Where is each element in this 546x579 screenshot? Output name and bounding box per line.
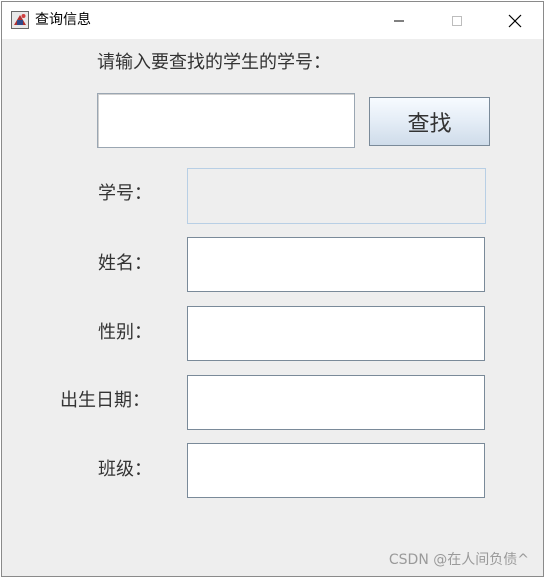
java-app-icon	[11, 11, 29, 29]
gender-label: 性别：	[98, 322, 152, 343]
maximize-button[interactable]	[434, 2, 480, 39]
class-label: 班级：	[98, 459, 152, 480]
minimize-icon	[394, 20, 404, 21]
close-icon	[508, 14, 522, 27]
name-label: 姓名：	[98, 253, 152, 274]
gender-field[interactable]	[187, 306, 485, 361]
student-id-label: 学号：	[98, 183, 152, 204]
title-bar[interactable]: 查询信息	[2, 2, 543, 39]
window-title: 查询信息	[35, 12, 91, 28]
search-button[interactable]: 查找	[369, 97, 490, 146]
student-id-search-input[interactable]	[97, 93, 355, 148]
search-prompt-label: 请输入要查找的学生的学号：	[97, 52, 331, 73]
class-field[interactable]	[187, 443, 485, 498]
birth-date-label: 出生日期：	[60, 390, 150, 411]
csdn-watermark: CSDN @在人间负债^	[388, 552, 529, 568]
close-button[interactable]	[492, 2, 538, 39]
minimize-button[interactable]	[376, 2, 422, 39]
student-id-field	[187, 168, 486, 224]
query-info-window: 查询信息 请输入要查找的学生的学号： 查找 学号： 姓名： 性别： 出生日期： …	[1, 1, 544, 577]
name-field[interactable]	[187, 237, 485, 292]
maximize-icon	[452, 15, 462, 26]
birth-date-field[interactable]	[187, 375, 485, 430]
